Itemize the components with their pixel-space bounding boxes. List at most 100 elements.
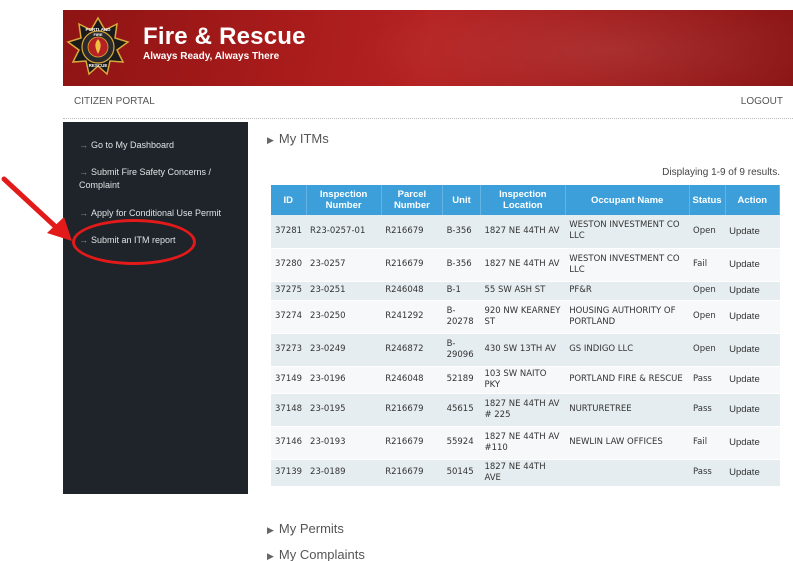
cell-parcel-number: R246048 [381,366,443,394]
table-row: 37280 23-0257 R216679 B-356 1827 NE 44TH… [271,248,780,282]
sidebar-item-fire-safety-complaint[interactable]: → Submit Fire Safety Concerns / Complaint [79,166,239,192]
cell-inspection-location: 920 NW KEARNEY ST [480,300,566,334]
triangle-right-icon: ▶ [267,551,274,561]
sidebar-item-label: Submit Fire Safety Concerns / Complaint [79,167,212,190]
sidebar-item-label: Apply for Conditional Use Permit [91,208,222,218]
my-complaints-section-toggle[interactable]: ▶ My Complaints [267,547,365,561]
logout-link[interactable]: LOGOUT [741,96,783,107]
update-link[interactable]: Update [725,333,780,367]
table-row: 37273 23-0249 R246872 B-29096 430 SW 13T… [271,333,780,367]
cell-status: Fail [689,426,726,460]
cell-inspection-number: 23-0257 [306,248,382,282]
cell-id: 37274 [271,300,307,334]
cell-unit: B-20278 [442,300,481,334]
cell-status: Pass [689,366,726,394]
cell-id: 37139 [271,459,307,487]
cell-inspection-number: 23-0193 [306,426,382,460]
table-header-row: ID Inspection Number Parcel Number Unit … [271,185,781,215]
cell-inspection-number: 23-0249 [306,333,382,367]
cell-occupant-name: WESTON INVESTMENT CO LLC [565,248,690,282]
cell-occupant-name: PORTLAND FIRE & RESCUE [565,366,690,394]
cell-id: 37146 [271,426,307,460]
update-link[interactable]: Update [725,215,780,249]
cell-inspection-number: R23-0257-01 [306,215,382,249]
column-header[interactable]: Parcel Number [381,185,444,215]
update-link[interactable]: Update [725,248,780,282]
cell-inspection-number: 23-0251 [306,281,382,301]
cell-inspection-location: 1827 NE 44TH AV #110 [480,426,566,460]
column-header: Action [725,185,781,215]
badge-text-bottom: RESCUE [89,63,108,68]
itm-table: ID Inspection Number Parcel Number Unit … [271,185,781,487]
cell-unit: B-29096 [442,333,481,367]
cell-occupant-name: WESTON INVESTMENT CO LLC [565,215,690,249]
triangle-right-icon: ▶ [267,135,274,145]
cell-status: Open [689,300,726,334]
update-link[interactable]: Update [725,426,780,460]
sidebar-item-dashboard[interactable]: → Go to My Dashboard [79,139,239,152]
sidebar: → Go to My Dashboard → Submit Fire Safety … [63,122,248,494]
update-link[interactable]: Update [725,281,780,301]
my-complaints-title: My Complaints [278,547,365,561]
fire-department-badge-icon[interactable]: PORTLAND FIRE RESCUE [65,16,131,78]
my-itms-section-toggle[interactable]: ▶ My ITMs [267,131,329,146]
annotation-circle [72,219,196,265]
cell-status: Pass [689,393,726,427]
update-link[interactable]: Update [725,300,780,334]
site-title[interactable]: Fire & Rescue [143,23,306,51]
cell-parcel-number: R216679 [381,248,443,282]
table-row: 37275 23-0251 R246048 B-1 55 SW ASH ST P… [271,281,780,301]
cell-inspection-location: 1827 NE 44TH AV [480,248,566,282]
column-header[interactable]: Unit [442,185,481,215]
cell-inspection-location: 430 SW 13TH AV [480,333,566,367]
annotation-arrow-icon [1,176,72,241]
cell-id: 37281 [271,215,307,249]
update-link[interactable]: Update [725,459,780,487]
column-header[interactable]: ID [271,185,307,215]
update-link[interactable]: Update [725,393,780,427]
cell-inspection-number: 23-0250 [306,300,382,334]
cell-unit: B-1 [442,281,481,301]
cell-parcel-number: R216679 [381,459,443,487]
cell-inspection-location: 1827 NE 44TH AV # 225 [480,393,566,427]
cell-unit: 45615 [442,393,481,427]
column-header[interactable]: Inspection Location [480,185,566,215]
citizen-portal-label[interactable]: CITIZEN PORTAL [74,96,155,107]
sidebar-item-conditional-use-permit[interactable]: → Apply for Conditional Use Permit [79,207,239,220]
table-row: 37149 23-0196 R246048 52189 103 SW NAITO… [271,366,780,394]
cell-unit: 55924 [442,426,481,460]
cell-inspection-number: 23-0189 [306,459,382,487]
cell-id: 37148 [271,393,307,427]
cell-unit: 52189 [442,366,481,394]
cell-occupant-name: NURTURETREE [565,393,690,427]
badge-text-middle: FIRE [93,32,102,37]
table-row: 37146 23-0193 R216679 55924 1827 NE 44TH… [271,426,780,460]
cell-unit: B-356 [442,248,481,282]
cell-inspection-location: 1827 NE 44TH AV [480,215,566,249]
cell-occupant-name: GS INDIGO LLC [565,333,690,367]
arrow-right-icon: → [79,208,88,218]
column-header[interactable]: Occupant Name [565,185,690,215]
cell-parcel-number: R241292 [381,300,443,334]
cell-occupant-name: HOUSING AUTHORITY OF PORTLAND [565,300,690,334]
cell-unit: 50145 [442,459,481,487]
arrow-right-icon: → [79,167,88,177]
results-summary: Displaying 1-9 of 9 results. [662,167,780,178]
column-header[interactable]: Inspection Number [306,185,382,215]
cell-id: 37273 [271,333,307,367]
cell-status: Open [689,333,726,367]
cell-occupant-name: PF&R [565,281,690,301]
my-permits-section-toggle[interactable]: ▶ My Permits [267,521,344,536]
site-tagline: Always Ready, Always There [143,51,280,62]
column-header[interactable]: Status [689,185,726,215]
update-link[interactable]: Update [725,366,780,394]
table-row: 37281 R23-0257-01 R216679 B-356 1827 NE … [271,215,780,249]
cell-parcel-number: R216679 [381,215,443,249]
cell-parcel-number: R216679 [381,426,443,460]
cell-inspection-number: 23-0195 [306,393,382,427]
cell-occupant-name [565,459,690,487]
cell-parcel-number: R246872 [381,333,443,367]
cell-parcel-number: R246048 [381,281,443,301]
cell-parcel-number: R216679 [381,393,443,427]
site-banner: PORTLAND FIRE RESCUE Fire & Rescue Alway… [63,10,793,86]
